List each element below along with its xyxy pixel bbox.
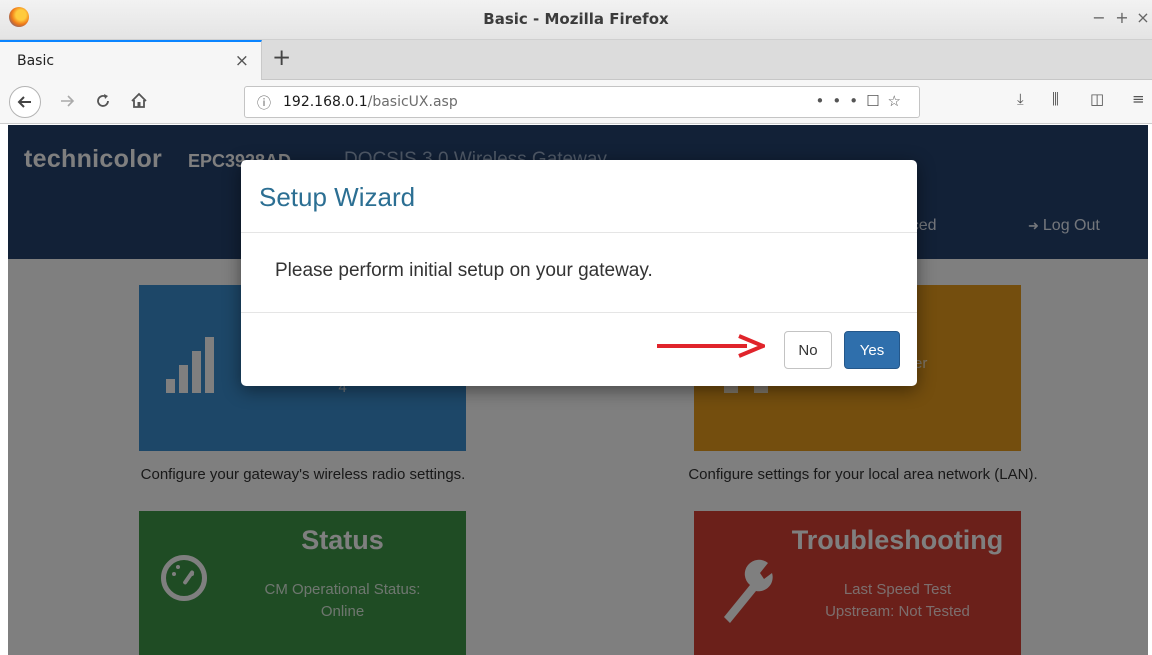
dialog-message: Please perform initial setup on your gat… [275, 260, 653, 281]
minimize-icon[interactable]: − [1090, 8, 1108, 27]
reload-button[interactable] [90, 87, 116, 115]
site-info-icon[interactable]: ⓘ [257, 93, 271, 113]
setup-wizard-dialog: Setup Wizard Please perform initial setu… [241, 160, 917, 386]
pocket-icon[interactable]: ☐ [866, 92, 887, 110]
tab-close-icon[interactable]: × [235, 51, 249, 71]
url-text: 192.168.0.1/basicUX.asp [283, 94, 458, 110]
maximize-icon[interactable]: + [1113, 8, 1131, 27]
forward-button[interactable] [54, 87, 80, 115]
url-bar[interactable]: ⓘ 192.168.0.1/basicUX.asp •••☐☆ [244, 86, 920, 118]
home-icon [131, 92, 147, 108]
sidebar-icon[interactable]: ◫ [1090, 90, 1104, 108]
library-icon[interactable]: ⫼ [1052, 90, 1059, 108]
reload-icon [97, 94, 109, 107]
page-actions-menu-icon[interactable]: ••• [816, 92, 867, 110]
menu-icon[interactable]: ≡ [1132, 90, 1145, 108]
annotation-arrow-icon [657, 334, 765, 358]
back-arrow-icon [17, 96, 31, 108]
download-icon[interactable]: ⤓ [1017, 90, 1024, 108]
url-host: 192.168.0.1 [283, 94, 368, 110]
page-actions[interactable]: •••☐☆ [816, 92, 909, 110]
dialog-header-divider [241, 232, 917, 233]
tab-label: Basic [17, 53, 55, 69]
tab-basic[interactable]: Basic × [0, 40, 262, 80]
forward-arrow-icon [61, 95, 75, 107]
dialog-title: Setup Wizard [259, 182, 416, 212]
close-window-icon[interactable]: × [1134, 8, 1152, 27]
dialog-footer-divider [241, 312, 917, 313]
url-path: /basicUX.asp [367, 94, 458, 110]
window-titlebar: Basic - Mozilla Firefox − + × [0, 0, 1152, 40]
yes-button[interactable]: Yes [844, 331, 900, 369]
home-button[interactable] [126, 87, 152, 115]
no-button[interactable]: No [784, 331, 832, 369]
new-tab-button[interactable]: + [272, 45, 291, 71]
bookmark-star-icon[interactable]: ☆ [888, 92, 909, 110]
back-button[interactable] [9, 86, 41, 118]
window-title: Basic - Mozilla Firefox [483, 10, 669, 28]
tab-strip: Basic × + [0, 40, 1152, 80]
navigation-toolbar: ⓘ 192.168.0.1/basicUX.asp •••☐☆ ⤓ ⫼ ◫ ≡ [0, 80, 1152, 124]
